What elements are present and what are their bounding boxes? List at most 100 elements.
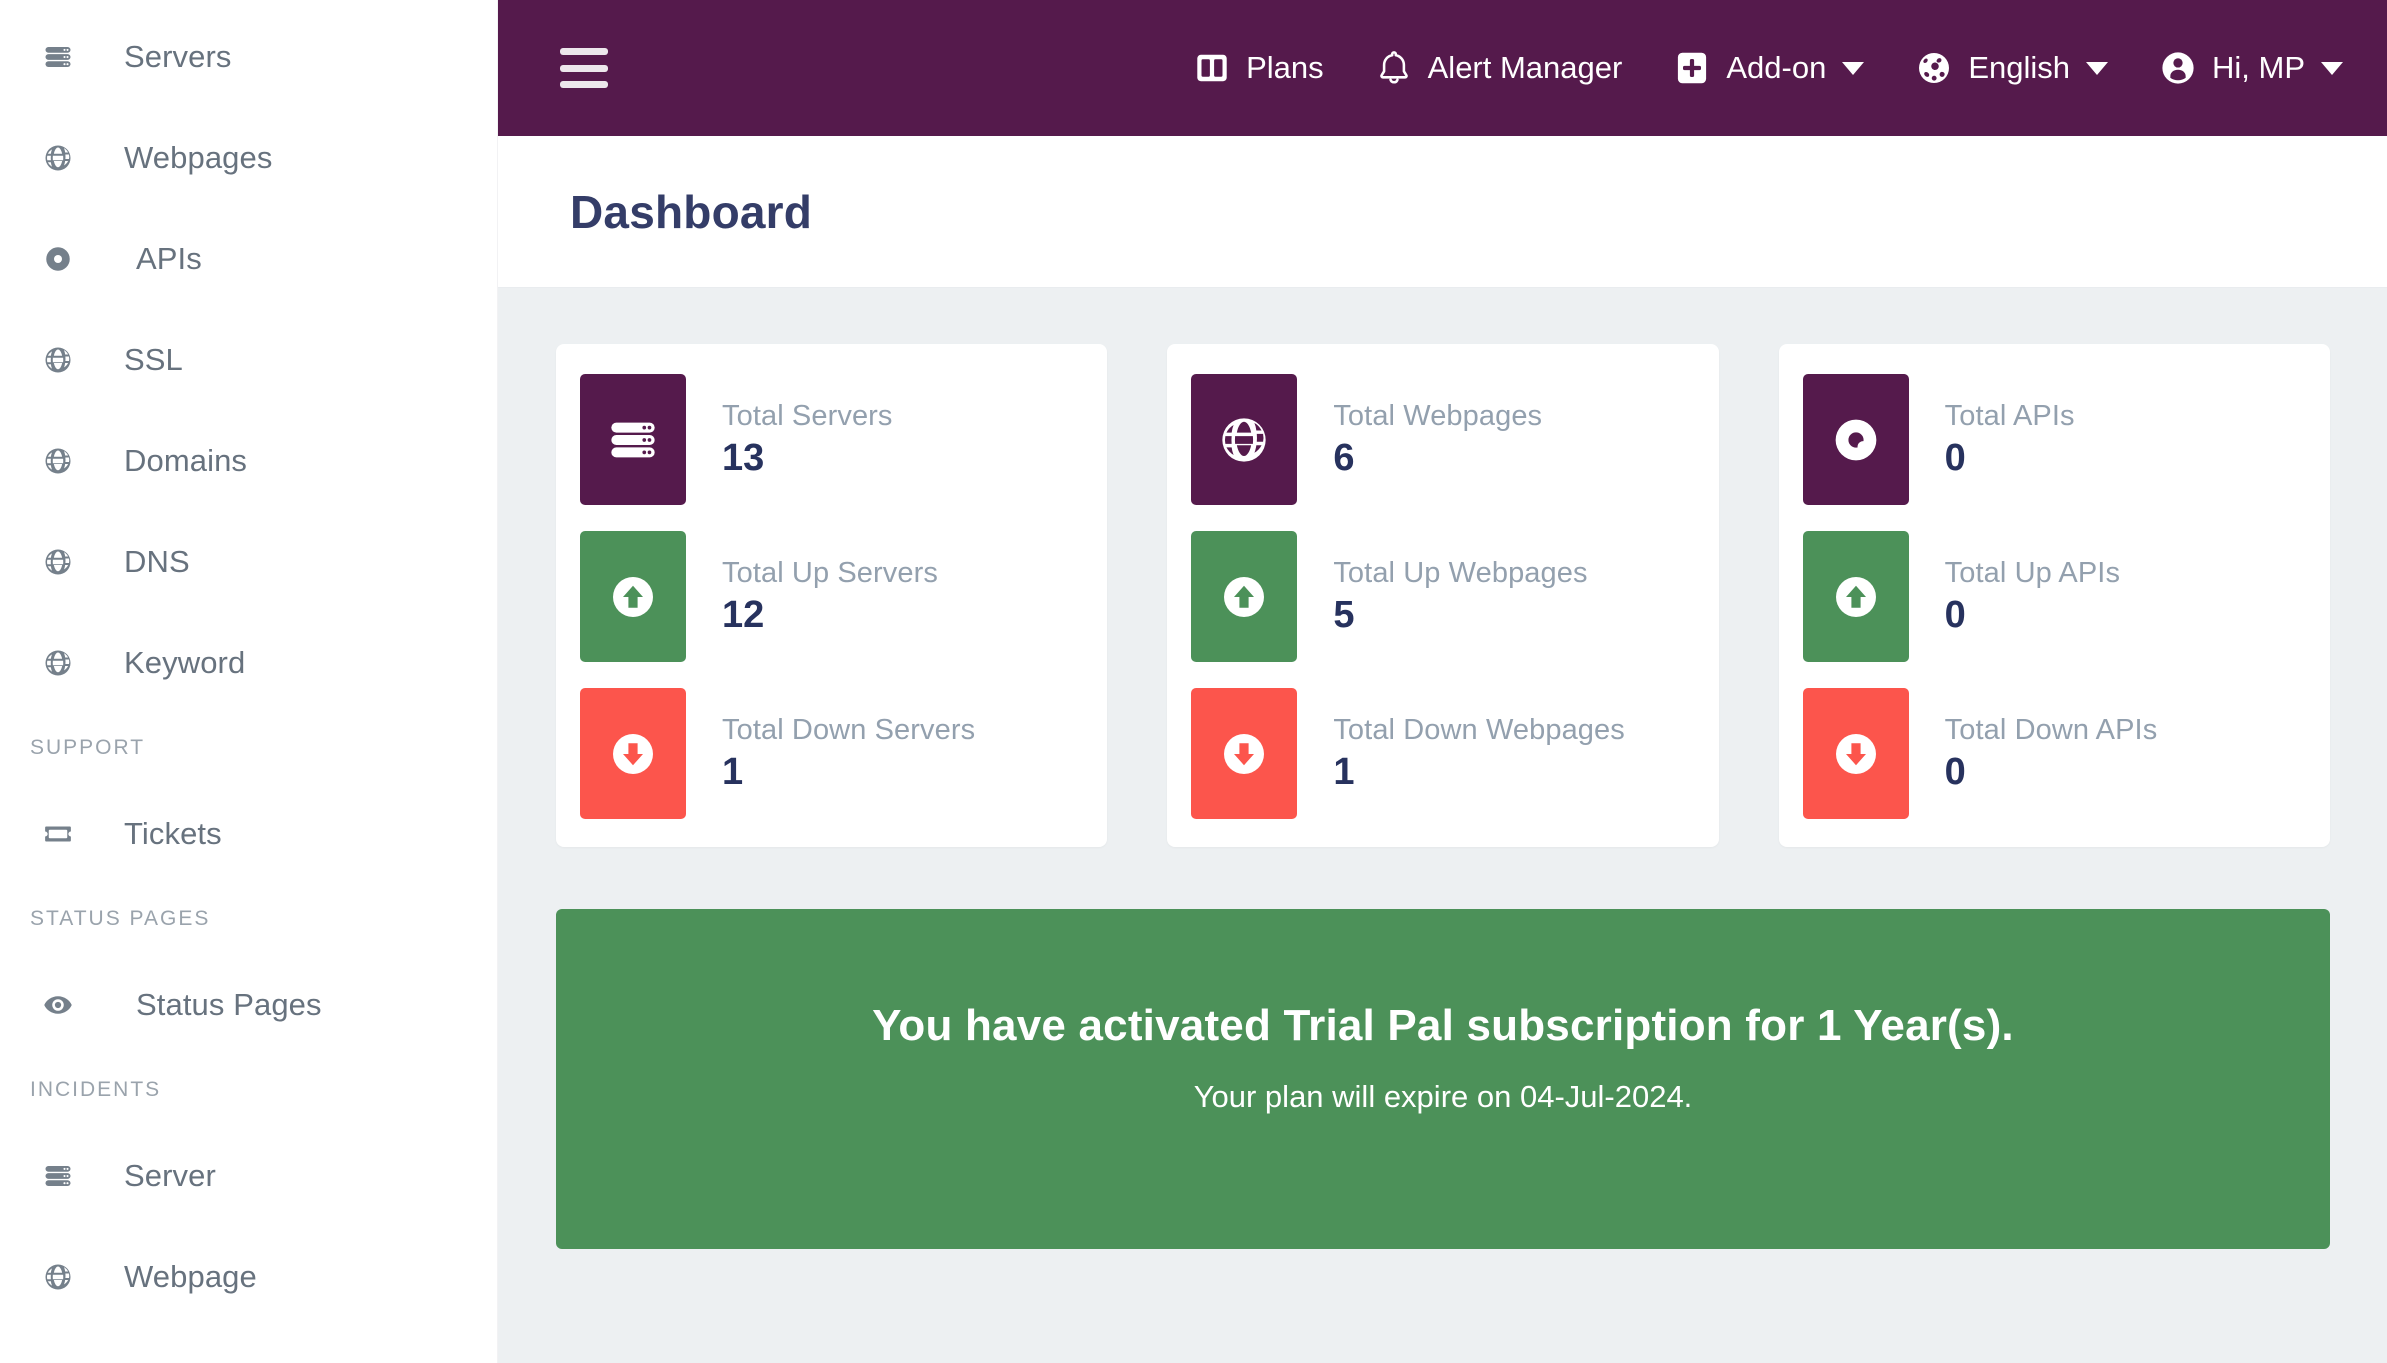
stat-label: Total Down Webpages <box>1333 714 1625 747</box>
arrow-down-circle-icon <box>1191 688 1298 819</box>
topnav-item-label: Hi, MP <box>2212 50 2305 85</box>
topnav-item-alert-manager[interactable]: Alert Manager <box>1376 50 1622 86</box>
stat-row: Total Down Webpages 1 <box>1191 688 1694 819</box>
sidebar-item-label: Keyword <box>124 644 246 680</box>
page-title: Dashboard <box>570 185 813 238</box>
arrow-up-circle-icon <box>1802 531 1909 662</box>
layout-columns-icon <box>1194 50 1230 86</box>
sidebar-section-title: STATUS PAGES <box>30 907 211 930</box>
hamburger-icon[interactable] <box>560 48 608 88</box>
sidebar-item-webpage[interactable]: Webpage <box>0 1226 497 1327</box>
subscription-banner-title: You have activated Trial Pal subscriptio… <box>872 1001 2014 1050</box>
main-area: Plans Alert Manager Add-on English Hi, MP Da… <box>498 0 2387 1363</box>
sidebar-section-title: SUPPORT <box>30 736 146 759</box>
stat-label: Total Up Webpages <box>1333 557 1588 590</box>
topbar-menu: Plans Alert Manager Add-on English Hi, MP <box>1194 50 2343 86</box>
stat-text: Total Up Webpages 5 <box>1297 556 1587 636</box>
arrow-down-circle-icon <box>1802 688 1909 819</box>
globe-icon <box>30 345 86 375</box>
user-circle-icon <box>2160 50 2196 86</box>
server-icon <box>30 1161 86 1191</box>
server-icon <box>30 42 86 72</box>
sidebar-item-ssl[interactable]: SSL <box>0 309 497 410</box>
globe-filled-icon <box>1916 50 1952 86</box>
sidebar-item-domains[interactable]: Domains <box>0 410 497 511</box>
topnav-item-add-on[interactable]: Add-on <box>1674 50 1865 86</box>
stat-label: Total Servers <box>722 400 893 433</box>
sidebar: Servers Webpages APIs SSL Domains DNS Keyword … <box>0 0 498 1363</box>
api-icon <box>30 244 86 274</box>
sidebar-sections: SUPPORT Tickets STATUS PAGES Status Pages IN… <box>0 713 497 1327</box>
stat-value: 6 <box>1333 436 1355 479</box>
stat-text: Total Up APIs 0 <box>1909 556 2120 636</box>
stat-row: Total Up APIs 0 <box>1802 531 2306 662</box>
chevron-down-icon[interactable] <box>2086 61 2108 75</box>
sidebar-primary-nav: Servers Webpages APIs SSL Domains DNS Keyword <box>0 6 497 713</box>
sidebar-item-servers[interactable]: Servers <box>0 6 497 107</box>
sidebar-item-tickets[interactable]: Tickets <box>0 783 497 884</box>
server-icon <box>580 374 686 505</box>
dashboard-content: Total Servers 13 Total Up Servers 12 Total D… <box>498 288 2387 1363</box>
stat-label: Total Down APIs <box>1944 714 2158 747</box>
sidebar-item-webpages[interactable]: Webpages <box>0 107 497 208</box>
stat-value: 0 <box>1944 436 1966 479</box>
stat-value: 13 <box>722 436 765 479</box>
hamburger-bar <box>560 48 608 55</box>
sidebar-item-keyword[interactable]: Keyword <box>0 612 497 713</box>
api-icon <box>1802 374 1909 505</box>
sidebar-section-title: INCIDENTS <box>30 1078 162 1101</box>
sidebar-item-status-pages[interactable]: Status Pages <box>0 954 497 1055</box>
stat-value: 12 <box>722 593 765 636</box>
hamburger-bar <box>560 64 608 72</box>
stat-cards-row: Total Servers 13 Total Up Servers 12 Total D… <box>556 344 2330 847</box>
stat-text: Total Down Servers 1 <box>686 713 975 793</box>
globe-icon <box>30 547 86 577</box>
plus-square-icon <box>1674 50 1710 86</box>
sidebar-item-label: SSL <box>124 341 183 377</box>
bell-icon <box>1376 50 1412 86</box>
globe-icon <box>30 648 86 678</box>
eye-icon <box>30 990 86 1020</box>
sidebar-item-label: APIs <box>136 240 202 276</box>
hamburger-bar <box>560 81 608 88</box>
stat-value: 1 <box>1333 750 1355 793</box>
topnav-item-english[interactable]: English <box>1916 50 2108 86</box>
sidebar-item-label: DNS <box>124 543 190 579</box>
sidebar-item-label: Webpage <box>124 1258 257 1294</box>
stat-row: Total Up Servers 12 <box>580 531 1083 662</box>
ticket-icon <box>30 819 86 849</box>
stat-text: Total APIs 0 <box>1909 399 2075 479</box>
stat-value: 0 <box>1944 593 1966 636</box>
stat-label: Total Webpages <box>1333 400 1543 433</box>
stat-text: Total Down APIs 0 <box>1909 713 2158 793</box>
app-root: Servers Webpages APIs SSL Domains DNS Keyword … <box>0 0 2387 1363</box>
chevron-down-icon[interactable] <box>1842 61 1865 75</box>
sidebar-item-label: Domains <box>124 442 248 478</box>
topnav-item-label: Add-on <box>1726 50 1827 85</box>
stat-text: Total Servers 13 <box>686 399 893 479</box>
subscription-banner-subtitle: Your plan will expire on 04-Jul-2024. <box>1193 1079 1693 1114</box>
sidebar-item-apis[interactable]: APIs <box>0 208 497 309</box>
sidebar-item-label: Server <box>124 1157 216 1193</box>
stat-value: 5 <box>1333 593 1355 636</box>
stat-value: 0 <box>1944 750 1966 793</box>
sidebar-item-server[interactable]: Server <box>0 1125 497 1226</box>
chevron-down-icon[interactable] <box>2321 61 2343 75</box>
stat-label: Total APIs <box>1944 400 2075 433</box>
stat-row: Total Servers 13 <box>580 374 1083 505</box>
topnav-item-plans[interactable]: Plans <box>1194 50 1324 86</box>
arrow-up-circle-icon <box>1191 531 1298 662</box>
stat-label: Total Down Servers <box>722 714 976 747</box>
stat-text: Total Down Webpages 1 <box>1297 713 1625 793</box>
arrow-up-circle-icon <box>580 531 686 662</box>
sidebar-item-label: Status Pages <box>136 986 322 1022</box>
sidebar-item-label: Servers <box>124 38 232 74</box>
sidebar-item-dns[interactable]: DNS <box>0 511 497 612</box>
page-header: Dashboard <box>498 136 2387 288</box>
sidebar-item-label: Tickets <box>124 815 222 851</box>
top-navigation-bar: Plans Alert Manager Add-on English Hi, MP <box>498 0 2387 136</box>
topnav-item-hi-mp[interactable]: Hi, MP <box>2160 50 2343 86</box>
stat-row: Total Up Webpages 5 <box>1191 531 1694 662</box>
stat-row: Total Down Servers 1 <box>580 688 1083 819</box>
globe-icon <box>30 1262 86 1292</box>
